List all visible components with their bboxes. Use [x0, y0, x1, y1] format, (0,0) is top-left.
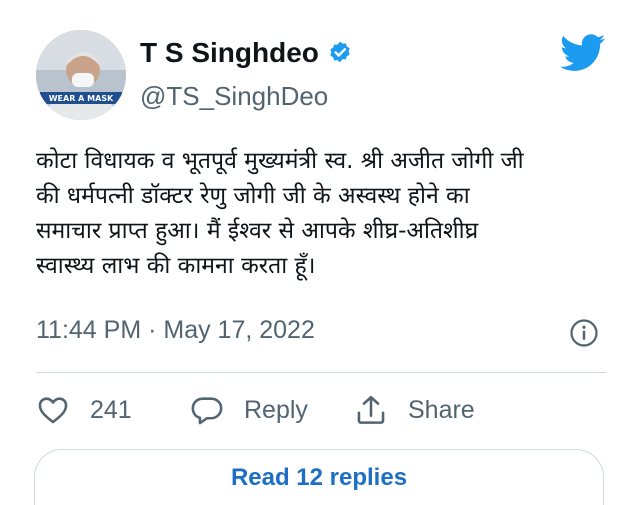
info-icon[interactable] [569, 318, 599, 348]
reply-bubble-icon [191, 397, 223, 425]
like-count: 241 [90, 395, 132, 424]
divider [36, 372, 606, 373]
verified-badge-icon [330, 41, 350, 63]
share-label: Share [408, 395, 475, 424]
tweet-text-line: समाचार प्राप्त हुआ। मैं ईश्वर से आपके शी… [36, 218, 479, 244]
author-handle[interactable]: @TS_SinghDeo [140, 80, 328, 112]
tweet-text: कोटा विधायक व भूतपूर्व मुख्यमंत्री स्व. … [36, 144, 616, 284]
twitter-bird-icon[interactable] [560, 34, 606, 72]
tweet-timestamp[interactable]: 11:44 PM · May 17, 2022 [36, 314, 315, 346]
avatar[interactable]: WEAR A MASK [36, 30, 126, 120]
share-icon [357, 395, 385, 424]
author-display-name[interactable]: T S Singhdeo [140, 36, 319, 70]
avatar-badge-text: WEAR A MASK [49, 94, 114, 103]
author-name-row: T S Singhdeo [140, 36, 353, 70]
share-button[interactable]: Share [354, 392, 475, 428]
tweet-text-line: स्वास्थ्य लाभ की कामना करता हूँ। [36, 253, 316, 279]
like-button[interactable]: 241 [36, 392, 132, 428]
tweet-text-line: की धर्मपत्नी डॉक्टर रेणु जोगी जी के अस्व… [36, 183, 470, 209]
tweet-actions: 241 Reply Share [36, 392, 616, 428]
reply-label: Reply [244, 395, 308, 424]
reply-button[interactable]: Reply [190, 392, 308, 428]
heart-icon [38, 397, 68, 424]
read-replies-button[interactable]: Read 12 replies [34, 449, 604, 505]
tweet-text-line: कोटा विधायक व भूतपूर्व मुख्यमंत्री स्व. … [36, 148, 524, 174]
